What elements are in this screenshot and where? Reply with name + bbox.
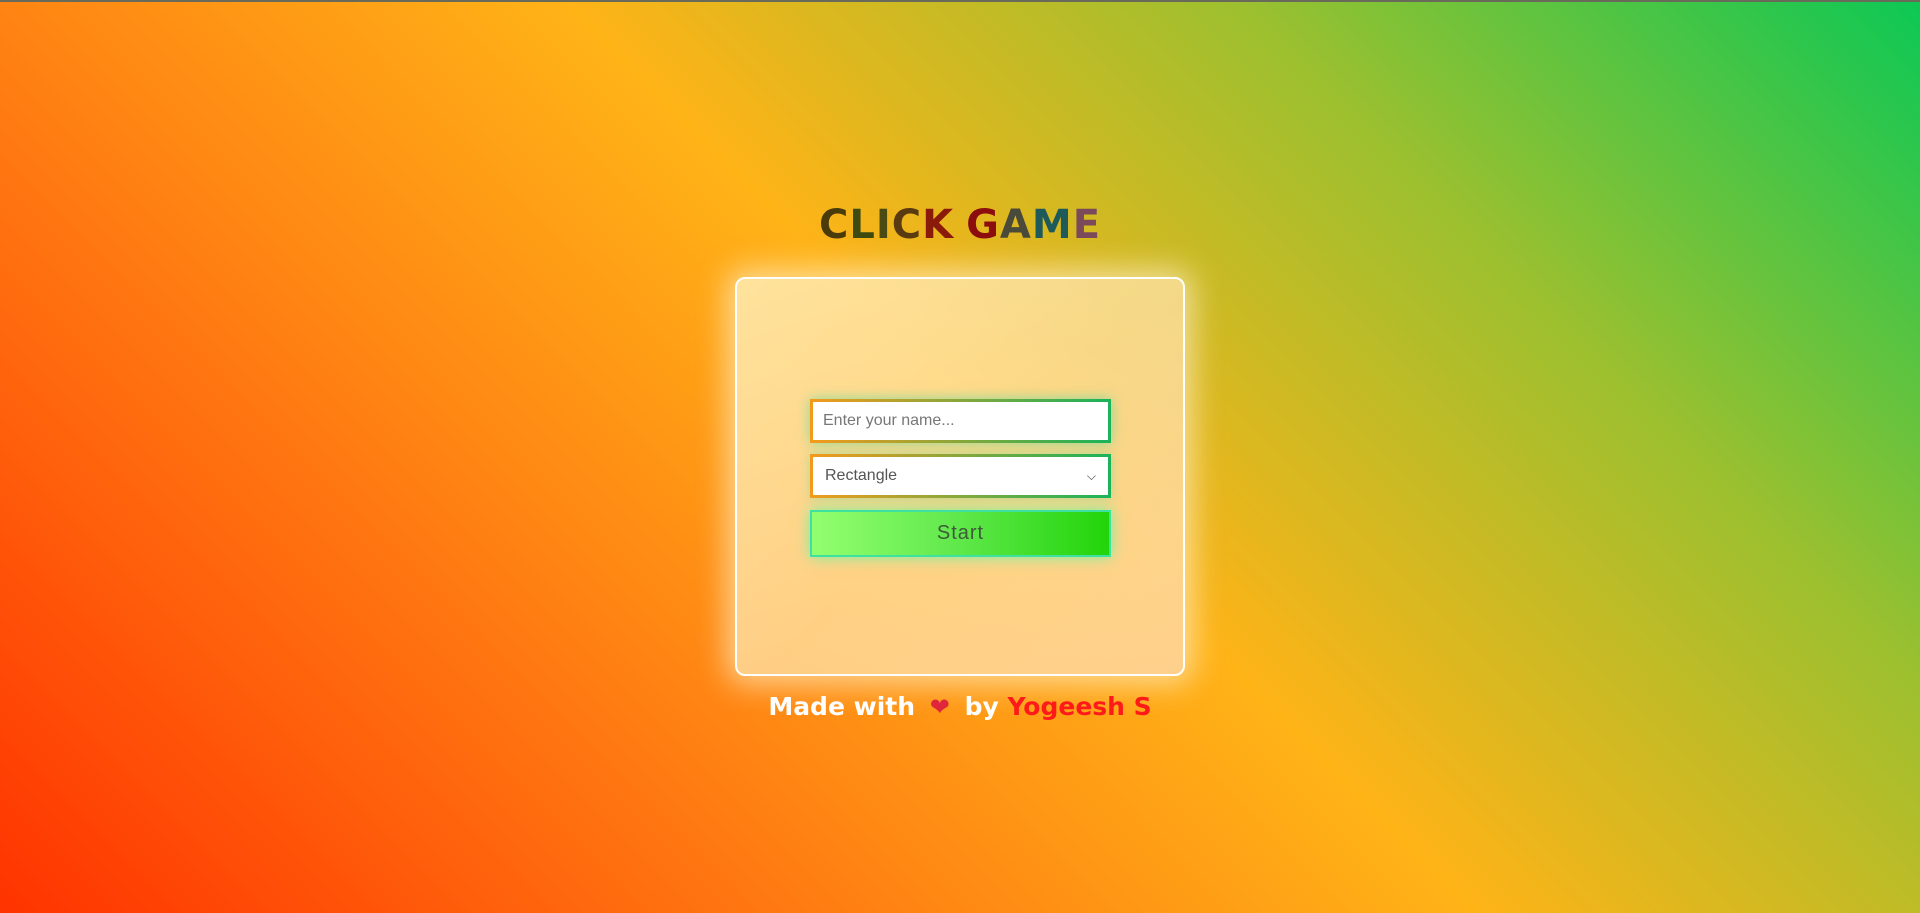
heart-icon: ❤ — [929, 693, 950, 721]
title-letter: E — [1072, 202, 1102, 248]
footer-author: Yogeesh S — [1007, 692, 1152, 721]
start-card: Rectangle ⌵ Start — [735, 277, 1185, 676]
start-button[interactable]: Start — [810, 510, 1111, 557]
game-title: CLICK GAME — [0, 200, 1920, 250]
footer-by: by — [964, 692, 999, 721]
title-letter: M — [1031, 202, 1073, 248]
title-letter: G — [966, 202, 1000, 248]
title-letter: L — [849, 202, 876, 248]
shape-select[interactable]: Rectangle ⌵ — [810, 454, 1111, 498]
title-letter: A — [999, 202, 1032, 248]
title-letter: C — [818, 202, 850, 248]
title-letter: I — [875, 202, 892, 248]
start-button-label: Start — [936, 522, 985, 544]
name-input[interactable] — [810, 399, 1111, 443]
title-letter: K — [922, 202, 955, 248]
title-letter: C — [891, 202, 923, 248]
footer-credit: Made with ❤ by Yogeesh S — [0, 690, 1920, 724]
shape-select-value: Rectangle — [825, 467, 898, 484]
footer-made-with: Made with — [768, 692, 916, 721]
chevron-down-icon: ⌵ — [1086, 468, 1096, 483]
